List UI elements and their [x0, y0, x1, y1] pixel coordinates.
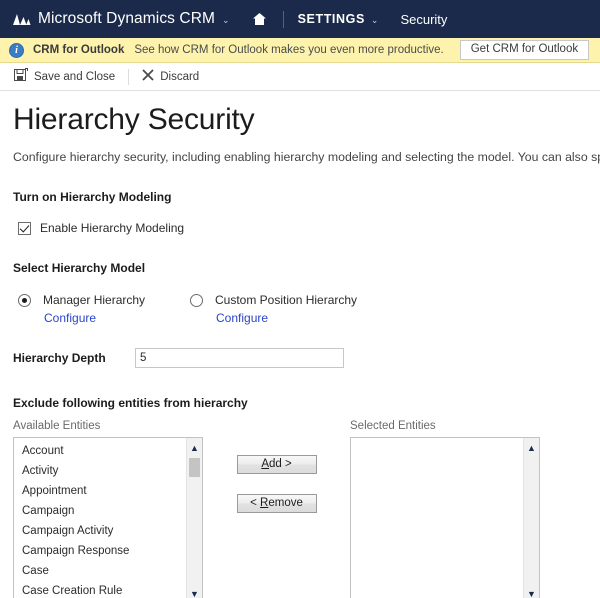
scroll-up-arrow-icon[interactable]: ▲ — [524, 440, 539, 456]
manager-hierarchy-option[interactable]: Manager Hierarchy Configure — [18, 293, 190, 327]
brand-title[interactable]: Microsoft Dynamics CRM — [38, 10, 215, 28]
available-entities-listbox[interactable]: Account Activity Appointment Campaign Campai… — [13, 437, 203, 598]
list-item[interactable]: Case Creation Rule — [14, 581, 186, 598]
selected-entities-scrollbar[interactable]: ▲ ▼ — [523, 438, 539, 598]
command-separator — [128, 68, 130, 85]
discard-button[interactable]: Discard — [142, 69, 199, 84]
scroll-up-arrow-icon[interactable]: ▲ — [187, 440, 202, 456]
page-description: Configure hierarchy security, including … — [13, 150, 600, 164]
discard-label: Discard — [160, 70, 200, 83]
save-disk-icon — [14, 68, 28, 85]
command-bar: Save and Close Discard — [0, 63, 600, 91]
notification-bar: i CRM for Outlook See how CRM for Outloo… — [0, 38, 600, 63]
transfer-buttons: Add > < Remove — [203, 455, 350, 513]
notification-title: CRM for Outlook — [33, 44, 125, 56]
section-heading-modeling: Turn on Hierarchy Modeling — [13, 190, 172, 204]
save-and-close-label: Save and Close — [34, 70, 116, 83]
hierarchy-depth-row: Hierarchy Depth — [13, 348, 600, 368]
enable-hierarchy-modeling-checkbox[interactable] — [18, 221, 31, 235]
list-item[interactable]: Campaign Activity — [14, 521, 186, 541]
selected-entities-caption: Selected Entities — [350, 420, 436, 432]
nav-divider — [282, 10, 284, 28]
info-circle-icon: i — [9, 42, 24, 58]
notification-message: See how CRM for Outlook makes you even m… — [134, 44, 444, 56]
custom-position-hierarchy-radio[interactable] — [190, 293, 203, 307]
selected-entities-items[interactable] — [351, 438, 523, 598]
selected-entities-listbox[interactable]: ▲ ▼ — [350, 437, 540, 598]
list-item[interactable]: Campaign Response — [14, 541, 186, 561]
selected-entities-column: Selected Entities ▲ ▼ — [350, 420, 540, 598]
custom-position-hierarchy-configure-link[interactable]: Configure — [216, 311, 268, 325]
available-entities-items[interactable]: Account Activity Appointment Campaign Campai… — [14, 438, 186, 598]
nav-current-page[interactable]: Security — [400, 12, 447, 27]
list-item[interactable]: Activity — [14, 461, 186, 481]
scroll-down-arrow-icon[interactable]: ▼ — [524, 586, 539, 598]
add-button[interactable]: Add > — [236, 455, 317, 474]
available-entities-caption: Available Entities — [13, 420, 101, 432]
hierarchy-depth-input[interactable] — [135, 348, 344, 368]
manager-hierarchy-label: Manager Hierarchy — [43, 293, 146, 307]
get-crm-for-outlook-button[interactable]: Get CRM for Outlook — [459, 39, 590, 61]
remove-button[interactable]: < Remove — [236, 494, 317, 513]
main-content: Hierarchy Security Configure hierarchy s… — [0, 103, 600, 598]
nav-settings-label[interactable]: SETTINGS — [298, 12, 365, 26]
list-item[interactable]: Case — [14, 561, 186, 581]
chevron-down-icon[interactable]: ⌄ — [222, 15, 230, 26]
hierarchy-depth-label: Hierarchy Depth — [13, 351, 106, 365]
section-heading-exclude: Exclude following entities from hierarch… — [13, 396, 248, 410]
available-entities-scrollbar[interactable]: ▲ ▼ — [186, 438, 202, 598]
available-entities-column: Available Entities Account Activity Appoin… — [13, 420, 203, 598]
home-icon[interactable] — [252, 12, 267, 26]
enable-hierarchy-modeling-row[interactable]: Enable Hierarchy Modeling — [13, 221, 600, 235]
scrollbar-thumb[interactable] — [189, 458, 200, 477]
scroll-down-arrow-icon[interactable]: ▼ — [187, 586, 202, 598]
page-title: Hierarchy Security — [13, 103, 255, 136]
chevron-down-icon[interactable]: ⌄ — [371, 15, 379, 26]
list-item[interactable]: Appointment — [14, 481, 186, 501]
close-x-icon — [142, 69, 154, 84]
hierarchy-model-radio-group: Manager Hierarchy Configure Custom Posit… — [13, 293, 600, 327]
dynamics-crm-logo-icon — [12, 12, 31, 27]
custom-position-hierarchy-label: Custom Position Hierarchy — [215, 293, 358, 307]
enable-hierarchy-modeling-label: Enable Hierarchy Modeling — [40, 221, 185, 235]
save-and-close-button[interactable]: Save and Close — [14, 68, 115, 85]
manager-hierarchy-configure-link[interactable]: Configure — [44, 311, 96, 325]
custom-position-hierarchy-option[interactable]: Custom Position Hierarchy Configure — [190, 293, 357, 327]
manager-hierarchy-radio[interactable] — [18, 293, 31, 307]
list-item[interactable]: Account — [14, 441, 186, 461]
section-heading-model: Select Hierarchy Model — [13, 261, 146, 275]
top-navigation-bar: Microsoft Dynamics CRM ⌄ SETTINGS ⌄ Secu… — [0, 0, 600, 38]
list-item[interactable]: Campaign — [14, 501, 186, 521]
